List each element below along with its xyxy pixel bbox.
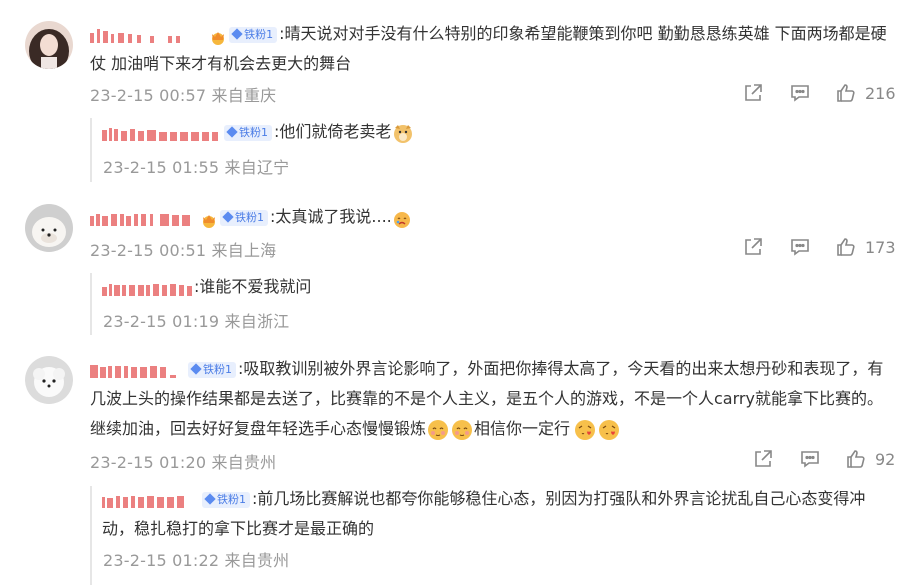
reply-body: 铁粉1:前几场比赛解说也都夸你能够稳住心态，别因为打强队和外界言论扰乱自己心态变… — [102, 484, 892, 544]
like-button[interactable]: 173 — [835, 236, 896, 258]
kiss-emoji — [574, 419, 596, 441]
reply-location: 来自浙江 — [224, 312, 290, 331]
like-count: 92 — [875, 449, 896, 469]
diamond-icon — [222, 210, 234, 223]
crown-icon — [200, 209, 218, 228]
doge-emoji — [392, 122, 414, 144]
reply-username[interactable] — [102, 123, 222, 143]
comment-meta: 23-2-15 01:20 来自贵州 — [90, 449, 276, 473]
share-button[interactable] — [742, 236, 764, 258]
comment-meta: 23-2-15 00:57 来自重庆 — [90, 82, 276, 106]
username[interactable] — [90, 360, 180, 380]
like-button[interactable]: 92 — [845, 448, 895, 470]
share-button[interactable] — [742, 82, 764, 104]
reply-body: :谁能不爱我就问 — [102, 272, 311, 302]
reply-location: 来自辽宁 — [224, 158, 290, 177]
avatar[interactable] — [25, 356, 73, 404]
comment-body: 铁粉1:吸取教训别被外界言论影响了，外面把你捧得太高了，今天看的出来太想丹砂和表… — [90, 354, 890, 444]
reply-text: :谁能不爱我就问 — [194, 277, 312, 296]
comment-text: :太真诚了我说.... — [270, 207, 392, 226]
fan-badge: 铁粉1 — [202, 491, 250, 508]
share-icon — [752, 448, 774, 470]
shy-emoji — [427, 419, 449, 441]
comment-body: 铁粉1:太真诚了我说.... — [90, 202, 412, 232]
share-icon — [742, 236, 764, 258]
reply-username[interactable] — [102, 278, 194, 298]
avatar[interactable] — [25, 21, 73, 69]
reply-time: 23-2-15 01:22 — [103, 551, 220, 570]
like-count: 173 — [865, 237, 896, 257]
like-icon — [835, 236, 857, 258]
like-button[interactable]: 216 — [835, 82, 896, 104]
diamond-icon — [231, 27, 243, 40]
comment-location: 来自重庆 — [211, 86, 277, 105]
like-icon — [835, 82, 857, 104]
reply-button[interactable] — [799, 448, 821, 470]
cry-emoji — [393, 209, 411, 228]
reply-divider — [90, 273, 92, 335]
diamond-icon — [190, 362, 202, 375]
reply-location: 来自贵州 — [224, 551, 290, 570]
comment-location: 来自上海 — [211, 241, 277, 260]
fan-badge: 铁粉1 — [188, 361, 236, 378]
comment-body: 铁粉1:晴天说对对手没有什么特别的印象希望能鞭策到你吧 勤勤恳恳练英雄 下面两场… — [90, 19, 890, 79]
diamond-icon — [204, 492, 216, 505]
comment-location: 来自贵州 — [211, 453, 277, 472]
reply-meta: 23-2-15 01:19 来自浙江 — [103, 308, 289, 332]
reply-meta: 23-2-15 01:55 来自辽宁 — [103, 154, 289, 178]
shy-emoji — [451, 419, 473, 441]
username[interactable] — [90, 208, 198, 228]
comment-time: 23-2-15 00:57 — [90, 86, 207, 105]
reply-username[interactable] — [102, 490, 194, 510]
share-icon — [742, 82, 764, 104]
reply-body: 铁粉1:他们就倚老卖老 — [102, 117, 415, 147]
kiss-emoji — [598, 419, 620, 441]
comment-icon — [789, 82, 811, 104]
comment-icon — [789, 236, 811, 258]
fan-badge: 铁粉1 — [229, 26, 278, 43]
avatar[interactable] — [25, 204, 73, 252]
diamond-icon — [226, 125, 238, 138]
reply-button[interactable] — [789, 82, 811, 104]
crown-icon — [209, 26, 227, 45]
reply-divider — [90, 118, 92, 182]
fan-badge: 铁粉1 — [224, 124, 272, 141]
comment-time: 23-2-15 00:51 — [90, 241, 207, 260]
reply-text: :他们就倚老卖老 — [274, 122, 392, 141]
username[interactable] — [90, 25, 200, 45]
comment-meta: 23-2-15 00:51 来自上海 — [90, 237, 276, 261]
like-count: 216 — [865, 83, 896, 103]
comment-time: 23-2-15 01:20 — [90, 453, 207, 472]
share-button[interactable] — [752, 448, 774, 470]
like-icon — [845, 448, 867, 470]
reply-divider — [90, 486, 92, 585]
fan-badge: 铁粉1 — [220, 209, 268, 226]
comment-text-continued: 相信你一定行 — [474, 419, 571, 438]
reply-meta: 23-2-15 01:22 来自贵州 — [103, 547, 289, 571]
reply-button[interactable] — [789, 236, 811, 258]
comment-icon — [799, 448, 821, 470]
reply-time: 23-2-15 01:19 — [103, 312, 220, 331]
reply-time: 23-2-15 01:55 — [103, 158, 220, 177]
